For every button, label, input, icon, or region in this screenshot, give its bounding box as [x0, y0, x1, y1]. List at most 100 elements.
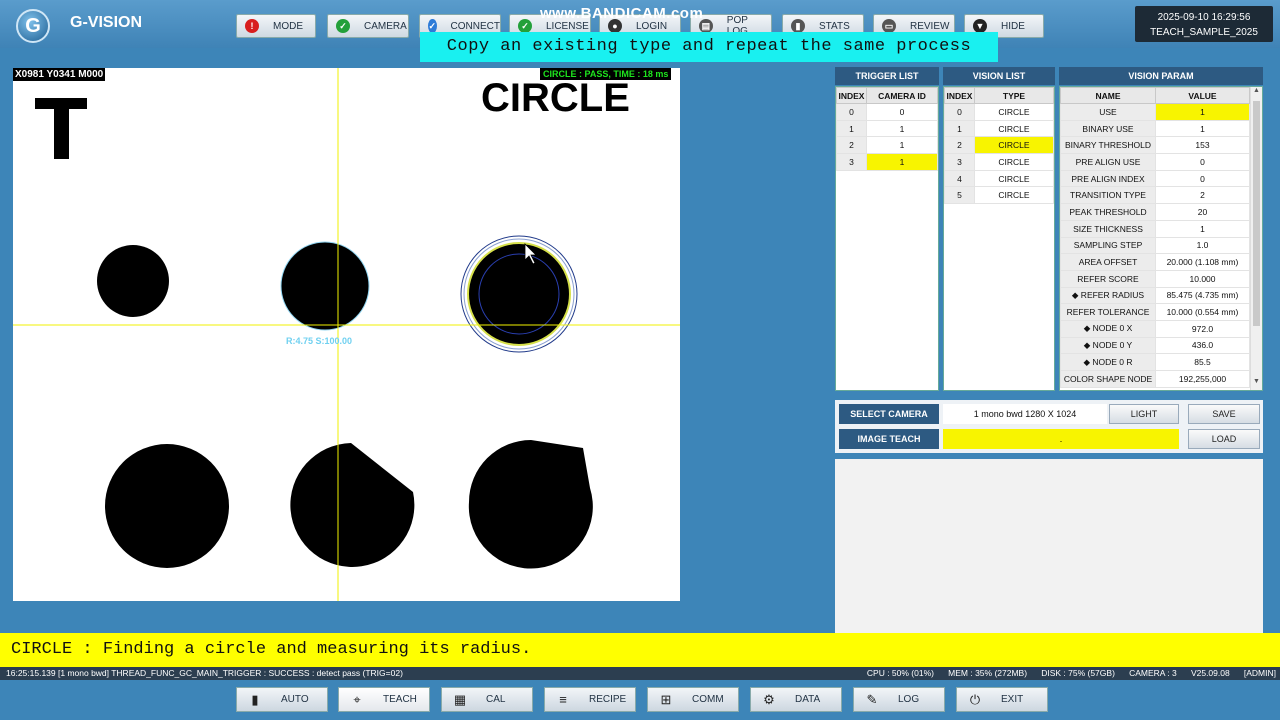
table-cell[interactable]: 2 [836, 136, 867, 155]
table-row[interactable]: ◆ NODE 0 Y 436.0 [1060, 336, 1250, 355]
table-cell[interactable]: 0 [866, 103, 938, 121]
table-row[interactable]: TRANSITION TYPE 2 [1060, 186, 1250, 205]
table-cell[interactable]: 1 [866, 119, 938, 138]
scroll-up-icon[interactable]: ▲ [1251, 87, 1262, 99]
nav-recipe-button[interactable]: ≡ RECIPE [544, 687, 636, 712]
table-cell[interactable]: 85.475 (4.735 mm) [1155, 286, 1250, 305]
table-row[interactable]: 5 CIRCLE [944, 186, 1054, 205]
table-cell[interactable]: SIZE THICKNESS [1060, 219, 1156, 238]
table-cell[interactable]: ◆ NODE 0 Y [1060, 336, 1156, 355]
table-row[interactable]: REFER SCORE 10.000 [1060, 269, 1250, 288]
nav-comm-button[interactable]: ⊞ COMM [647, 687, 739, 712]
nav-auto-button[interactable]: ▮ AUTO [236, 687, 328, 712]
table-cell[interactable]: CIRCLE [974, 186, 1054, 205]
table-cell[interactable]: 85.5 [1155, 353, 1250, 371]
table-row[interactable]: 0 CIRCLE [944, 103, 1054, 121]
vision-param-grid[interactable]: NAME VALUE USE 1 BINARY USE 1 BINARY THRESHOLD… [1059, 86, 1263, 391]
nav-exit-button[interactable]: ⏻ EXIT [956, 687, 1048, 712]
table-row[interactable]: 2 CIRCLE [944, 136, 1054, 155]
table-row[interactable]: ◆ NODE 0 R 85.5 [1060, 353, 1250, 371]
table-cell[interactable]: 153 [1155, 136, 1250, 155]
param-scrollbar[interactable]: ▲ ▼ [1250, 87, 1262, 390]
table-cell[interactable]: 10.000 [1155, 269, 1250, 288]
table-row[interactable]: REFER TOLERANCE 10.000 (0.554 mm) [1060, 303, 1250, 321]
scroll-thumb[interactable] [1253, 101, 1260, 326]
table-cell[interactable]: CIRCLE [974, 119, 1054, 138]
nav-data-button[interactable]: ⚙ DATA [750, 687, 842, 712]
toolbar-mode-button[interactable]: ! MODE [236, 14, 316, 38]
table-cell[interactable]: 2 [1155, 186, 1250, 205]
trigger-list[interactable]: INDEX CAMERA ID 0 0 1 1 2 1 3 1 [835, 86, 939, 391]
table-cell[interactable]: 5 [944, 186, 975, 205]
camera-select-value[interactable]: 1 mono bwd 1280 X 1024 [943, 404, 1107, 424]
table-row[interactable]: 11 [836, 119, 938, 138]
table-row[interactable]: SIZE THICKNESS 1 [1060, 219, 1250, 238]
table-row[interactable]: BINARY USE 1 [1060, 119, 1250, 138]
table-cell[interactable]: 1 [866, 153, 938, 171]
table-cell[interactable]: 1 [1155, 219, 1250, 238]
table-cell[interactable]: PRE ALIGN USE [1060, 153, 1156, 171]
table-row[interactable]: USE 1 [1060, 103, 1250, 121]
table-row[interactable]: ◆ REFER RADIUS 85.475 (4.735 mm) [1060, 286, 1250, 305]
nav-teach-button[interactable]: ⌖ TEACH [338, 687, 430, 712]
table-cell[interactable]: 4 [944, 169, 975, 188]
table-cell[interactable]: 0 [1155, 169, 1250, 188]
image-teach-button[interactable]: IMAGE TEACH [839, 429, 939, 449]
table-row[interactable]: COLOR SHAPE NODE 192,255,000 [1060, 370, 1250, 388]
camera-viewer[interactable]: X0981 Y0341 M000 CIRCLE : PASS, TIME : 1… [13, 68, 680, 601]
table-cell[interactable]: ◆ REFER RADIUS [1060, 286, 1156, 305]
table-row[interactable]: 21 [836, 136, 938, 155]
table-cell[interactable]: REFER TOLERANCE [1060, 303, 1156, 321]
table-cell[interactable]: COLOR SHAPE NODE [1060, 370, 1156, 388]
table-cell[interactable]: 1 [1155, 119, 1250, 138]
table-row[interactable]: PRE ALIGN USE 0 [1060, 153, 1250, 171]
load-button[interactable]: LOAD [1188, 429, 1260, 449]
table-cell[interactable]: 1.0 [1155, 236, 1250, 255]
save-button[interactable]: SAVE [1188, 404, 1260, 424]
table-cell[interactable]: CIRCLE [974, 136, 1054, 155]
table-row[interactable]: 31 [836, 153, 938, 171]
nav-cal-button[interactable]: ▦ CAL [441, 687, 533, 712]
table-cell[interactable]: 20.000 (1.108 mm) [1155, 253, 1250, 271]
table-row[interactable]: 00 [836, 103, 938, 121]
table-row[interactable]: 3 CIRCLE [944, 153, 1054, 171]
table-row[interactable]: PRE ALIGN INDEX 0 [1060, 169, 1250, 188]
light-button[interactable]: LIGHT [1109, 404, 1179, 424]
vision-list[interactable]: INDEX TYPE 0 CIRCLE 1 CIRCLE 2 CIRCLE 3 CIRCLE 4 CI… [943, 86, 1055, 391]
table-cell[interactable]: 192,255,000 [1155, 370, 1250, 388]
table-cell[interactable]: 1 [866, 136, 938, 155]
scroll-down-icon[interactable]: ▼ [1251, 378, 1262, 390]
table-cell[interactable]: CIRCLE [974, 103, 1054, 121]
table-cell[interactable]: PRE ALIGN INDEX [1060, 169, 1156, 188]
table-row[interactable]: 1 CIRCLE [944, 119, 1054, 138]
table-cell[interactable]: 1 [944, 119, 975, 138]
table-row[interactable]: ◆ NODE 0 X 972.0 [1060, 319, 1250, 338]
table-cell[interactable]: 0 [836, 103, 867, 121]
table-cell[interactable]: TRANSITION TYPE [1060, 186, 1156, 205]
table-row[interactable]: 4 CIRCLE [944, 169, 1054, 188]
table-cell[interactable]: 0 [944, 103, 975, 121]
table-cell[interactable]: REFER SCORE [1060, 269, 1156, 288]
table-cell[interactable]: USE [1060, 103, 1156, 121]
table-cell[interactable]: BINARY USE [1060, 119, 1156, 138]
table-cell[interactable]: BINARY THRESHOLD [1060, 136, 1156, 155]
table-cell[interactable]: CIRCLE [974, 153, 1054, 171]
select-camera-button[interactable]: SELECT CAMERA [839, 404, 939, 424]
table-cell[interactable]: 20 [1155, 203, 1250, 221]
table-cell[interactable]: 10.000 (0.554 mm) [1155, 303, 1250, 321]
table-cell[interactable]: 436.0 [1155, 336, 1250, 355]
table-cell[interactable]: 3 [836, 153, 867, 171]
table-cell[interactable]: SAMPLING STEP [1060, 236, 1156, 255]
table-cell[interactable]: 3 [944, 153, 975, 171]
table-cell[interactable]: AREA OFFSET [1060, 253, 1156, 271]
table-row[interactable]: PEAK THRESHOLD 20 [1060, 203, 1250, 221]
toolbar-camera-button[interactable]: ✓ CAMERA [327, 14, 409, 38]
table-row[interactable]: SAMPLING STEP 1.0 [1060, 236, 1250, 255]
table-cell[interactable]: 972.0 [1155, 319, 1250, 338]
table-cell[interactable]: CIRCLE [974, 169, 1054, 188]
table-row[interactable]: BINARY THRESHOLD 153 [1060, 136, 1250, 155]
nav-log-button[interactable]: ✎ LOG [853, 687, 945, 712]
table-cell[interactable]: 1 [1155, 103, 1250, 121]
table-cell[interactable]: PEAK THRESHOLD [1060, 203, 1156, 221]
table-cell[interactable]: ◆ NODE 0 X [1060, 319, 1156, 338]
